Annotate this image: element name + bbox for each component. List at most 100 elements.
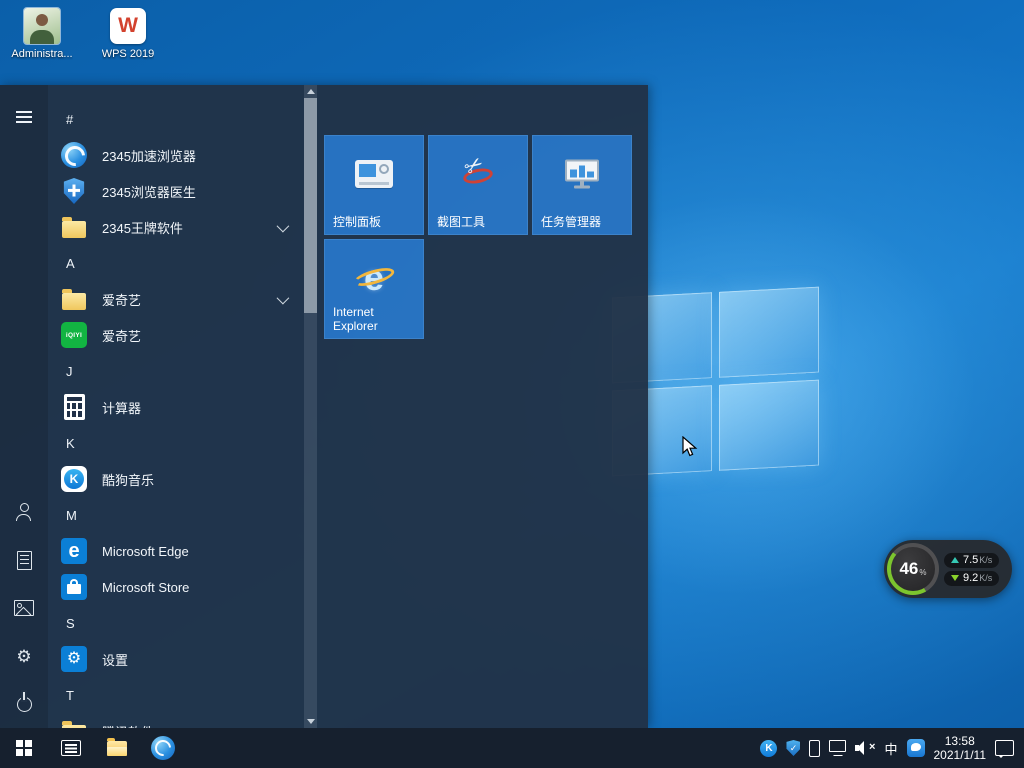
microsoft-store-icon: [61, 574, 87, 600]
app-list-section-header[interactable]: #: [48, 101, 304, 137]
net-rates: 7.5 K/s 9.2 K/s: [944, 553, 999, 586]
app-label: 计算器: [102, 398, 141, 417]
kugou-k-glyph: K: [64, 469, 84, 489]
tile-snipping-tool[interactable]: ✂ 截图工具: [428, 135, 528, 235]
tile-label: 任务管理器: [541, 215, 625, 229]
2345-browser-taskbar-button[interactable]: [140, 728, 186, 768]
app-list-scrollbar[interactable]: [304, 85, 317, 728]
app-list-item[interactable]: Microsoft Store: [48, 569, 304, 605]
usage-gauge: 46 %: [887, 543, 939, 595]
app-list-item[interactable]: 计算器: [48, 389, 304, 425]
app-list-item[interactable]: 2345浏览器医生: [48, 173, 304, 209]
download-rate: 9.2: [963, 572, 978, 585]
app-label: Microsoft Store: [102, 580, 189, 595]
user-account-button[interactable]: [0, 488, 48, 536]
gear-icon: ⚙: [16, 648, 31, 665]
app-list-folder-item[interactable]: 爱奇艺: [48, 281, 304, 317]
usage-percent-unit: %: [919, 568, 926, 577]
app-list-folder-item[interactable]: 腾讯软件: [48, 713, 304, 728]
app-list-item[interactable]: e Microsoft Edge: [48, 533, 304, 569]
tile-internet-explorer[interactable]: e Internet Explorer: [324, 239, 424, 339]
shopping-bag-icon: [67, 584, 81, 594]
scrollbar-thumb[interactable]: [304, 98, 317, 313]
upload-rate-row: 7.5 K/s: [944, 553, 999, 568]
app-list-item[interactable]: iQIYI 爱奇艺: [48, 317, 304, 353]
upload-arrow-icon: [951, 557, 959, 563]
tile-control-panel[interactable]: 控制面板: [324, 135, 424, 235]
start-menu-rail: ⚙: [0, 85, 48, 728]
task-view-icon: [61, 740, 81, 756]
start-menu: ⚙ # 2345加速浏览器 2345浏览器医生 2345王牌软件 A: [0, 85, 648, 728]
mouse-cursor: [680, 436, 700, 458]
section-letter: K: [66, 436, 75, 451]
action-center-icon[interactable]: [995, 740, 1014, 756]
app-list-section-header[interactable]: K: [48, 425, 304, 461]
desktop-icon-administrator[interactable]: Administra...: [6, 8, 78, 60]
app-list-section-header[interactable]: S: [48, 605, 304, 641]
start-button[interactable]: [0, 728, 48, 768]
control-panel-icon: [355, 160, 393, 188]
document-icon: [17, 551, 32, 570]
scroll-down-arrow-icon[interactable]: [307, 719, 315, 724]
kugou-tray-icon[interactable]: K: [760, 740, 777, 757]
app-list-section-header[interactable]: T: [48, 677, 304, 713]
network-tray-icon[interactable]: [829, 740, 846, 752]
settings-button[interactable]: ⚙: [0, 632, 48, 680]
start-tiles: 控制面板 ✂ 截图工具 任务管理器 e Internet Explorer: [324, 135, 638, 339]
taskbar-left: [0, 728, 186, 768]
app-label: 酷狗音乐: [102, 470, 154, 489]
section-letter: #: [66, 112, 73, 127]
section-letter: A: [66, 256, 75, 271]
upload-unit: K/s: [979, 554, 992, 567]
pictures-button[interactable]: [0, 584, 48, 632]
task-manager-icon: [565, 160, 599, 189]
power-icon: [17, 697, 32, 712]
download-arrow-icon: [951, 575, 959, 581]
tile-label: 控制面板: [333, 215, 417, 229]
pictures-icon: [14, 600, 34, 616]
tile-task-manager[interactable]: 任务管理器: [532, 135, 632, 235]
app-list-item[interactable]: ⚙ 设置: [48, 641, 304, 677]
documents-button[interactable]: [0, 536, 48, 584]
messenger-tray-icon[interactable]: [907, 739, 925, 757]
folder-icon: [62, 293, 86, 310]
power-button[interactable]: [0, 680, 48, 728]
expand-menu-button[interactable]: [0, 93, 48, 141]
desktop-icon-area: Administra... W WPS 2019: [6, 8, 164, 60]
clock-time: 13:58: [934, 734, 987, 748]
rail-bottom-group: ⚙: [0, 480, 48, 728]
clock-date: 2021/1/11: [934, 748, 987, 762]
desktop-icon-wps-2019[interactable]: W WPS 2019: [92, 8, 164, 60]
app-list-section-header[interactable]: J: [48, 353, 304, 389]
folder-icon: [62, 221, 86, 238]
internet-explorer-icon: e: [352, 259, 396, 297]
app-label: Microsoft Edge: [102, 544, 189, 559]
section-letter: T: [66, 688, 74, 703]
task-view-button[interactable]: [48, 728, 94, 768]
gauge-inner: 46 %: [891, 547, 935, 591]
scroll-up-arrow-icon[interactable]: [307, 89, 315, 94]
snipping-tool-icon: ✂: [458, 158, 498, 190]
app-label: 2345浏览器医生: [102, 182, 196, 201]
input-method-indicator[interactable]: 中: [884, 739, 897, 758]
app-list-folder-item[interactable]: 2345王牌软件: [48, 209, 304, 245]
volume-muted-icon[interactable]: ×: [855, 741, 875, 755]
iqiyi-icon: iQIYI: [61, 322, 87, 348]
app-list-section-header[interactable]: M: [48, 497, 304, 533]
app-label: 爱奇艺: [102, 326, 141, 345]
calculator-icon: [64, 394, 85, 420]
section-letter: S: [66, 616, 75, 631]
security-shield-icon[interactable]: ✓: [786, 740, 800, 756]
app-list-item[interactable]: K 酷狗音乐: [48, 461, 304, 497]
network-speed-widget[interactable]: 46 % 7.5 K/s 9.2 K/s: [884, 540, 1012, 598]
app-list-section-header[interactable]: A: [48, 245, 304, 281]
app-list-item[interactable]: 2345加速浏览器: [48, 137, 304, 173]
device-tray-icon[interactable]: [809, 740, 820, 757]
desktop-icon-label: WPS 2019: [102, 48, 155, 60]
file-explorer-button[interactable]: [94, 728, 140, 768]
section-letter: J: [66, 364, 73, 379]
taskbar-clock[interactable]: 13:58 2021/1/11: [934, 734, 987, 762]
administrator-shortcut-icon: [24, 8, 60, 44]
2345-doctor-shield-icon: [63, 178, 85, 204]
tile-label: Internet Explorer: [333, 305, 417, 333]
